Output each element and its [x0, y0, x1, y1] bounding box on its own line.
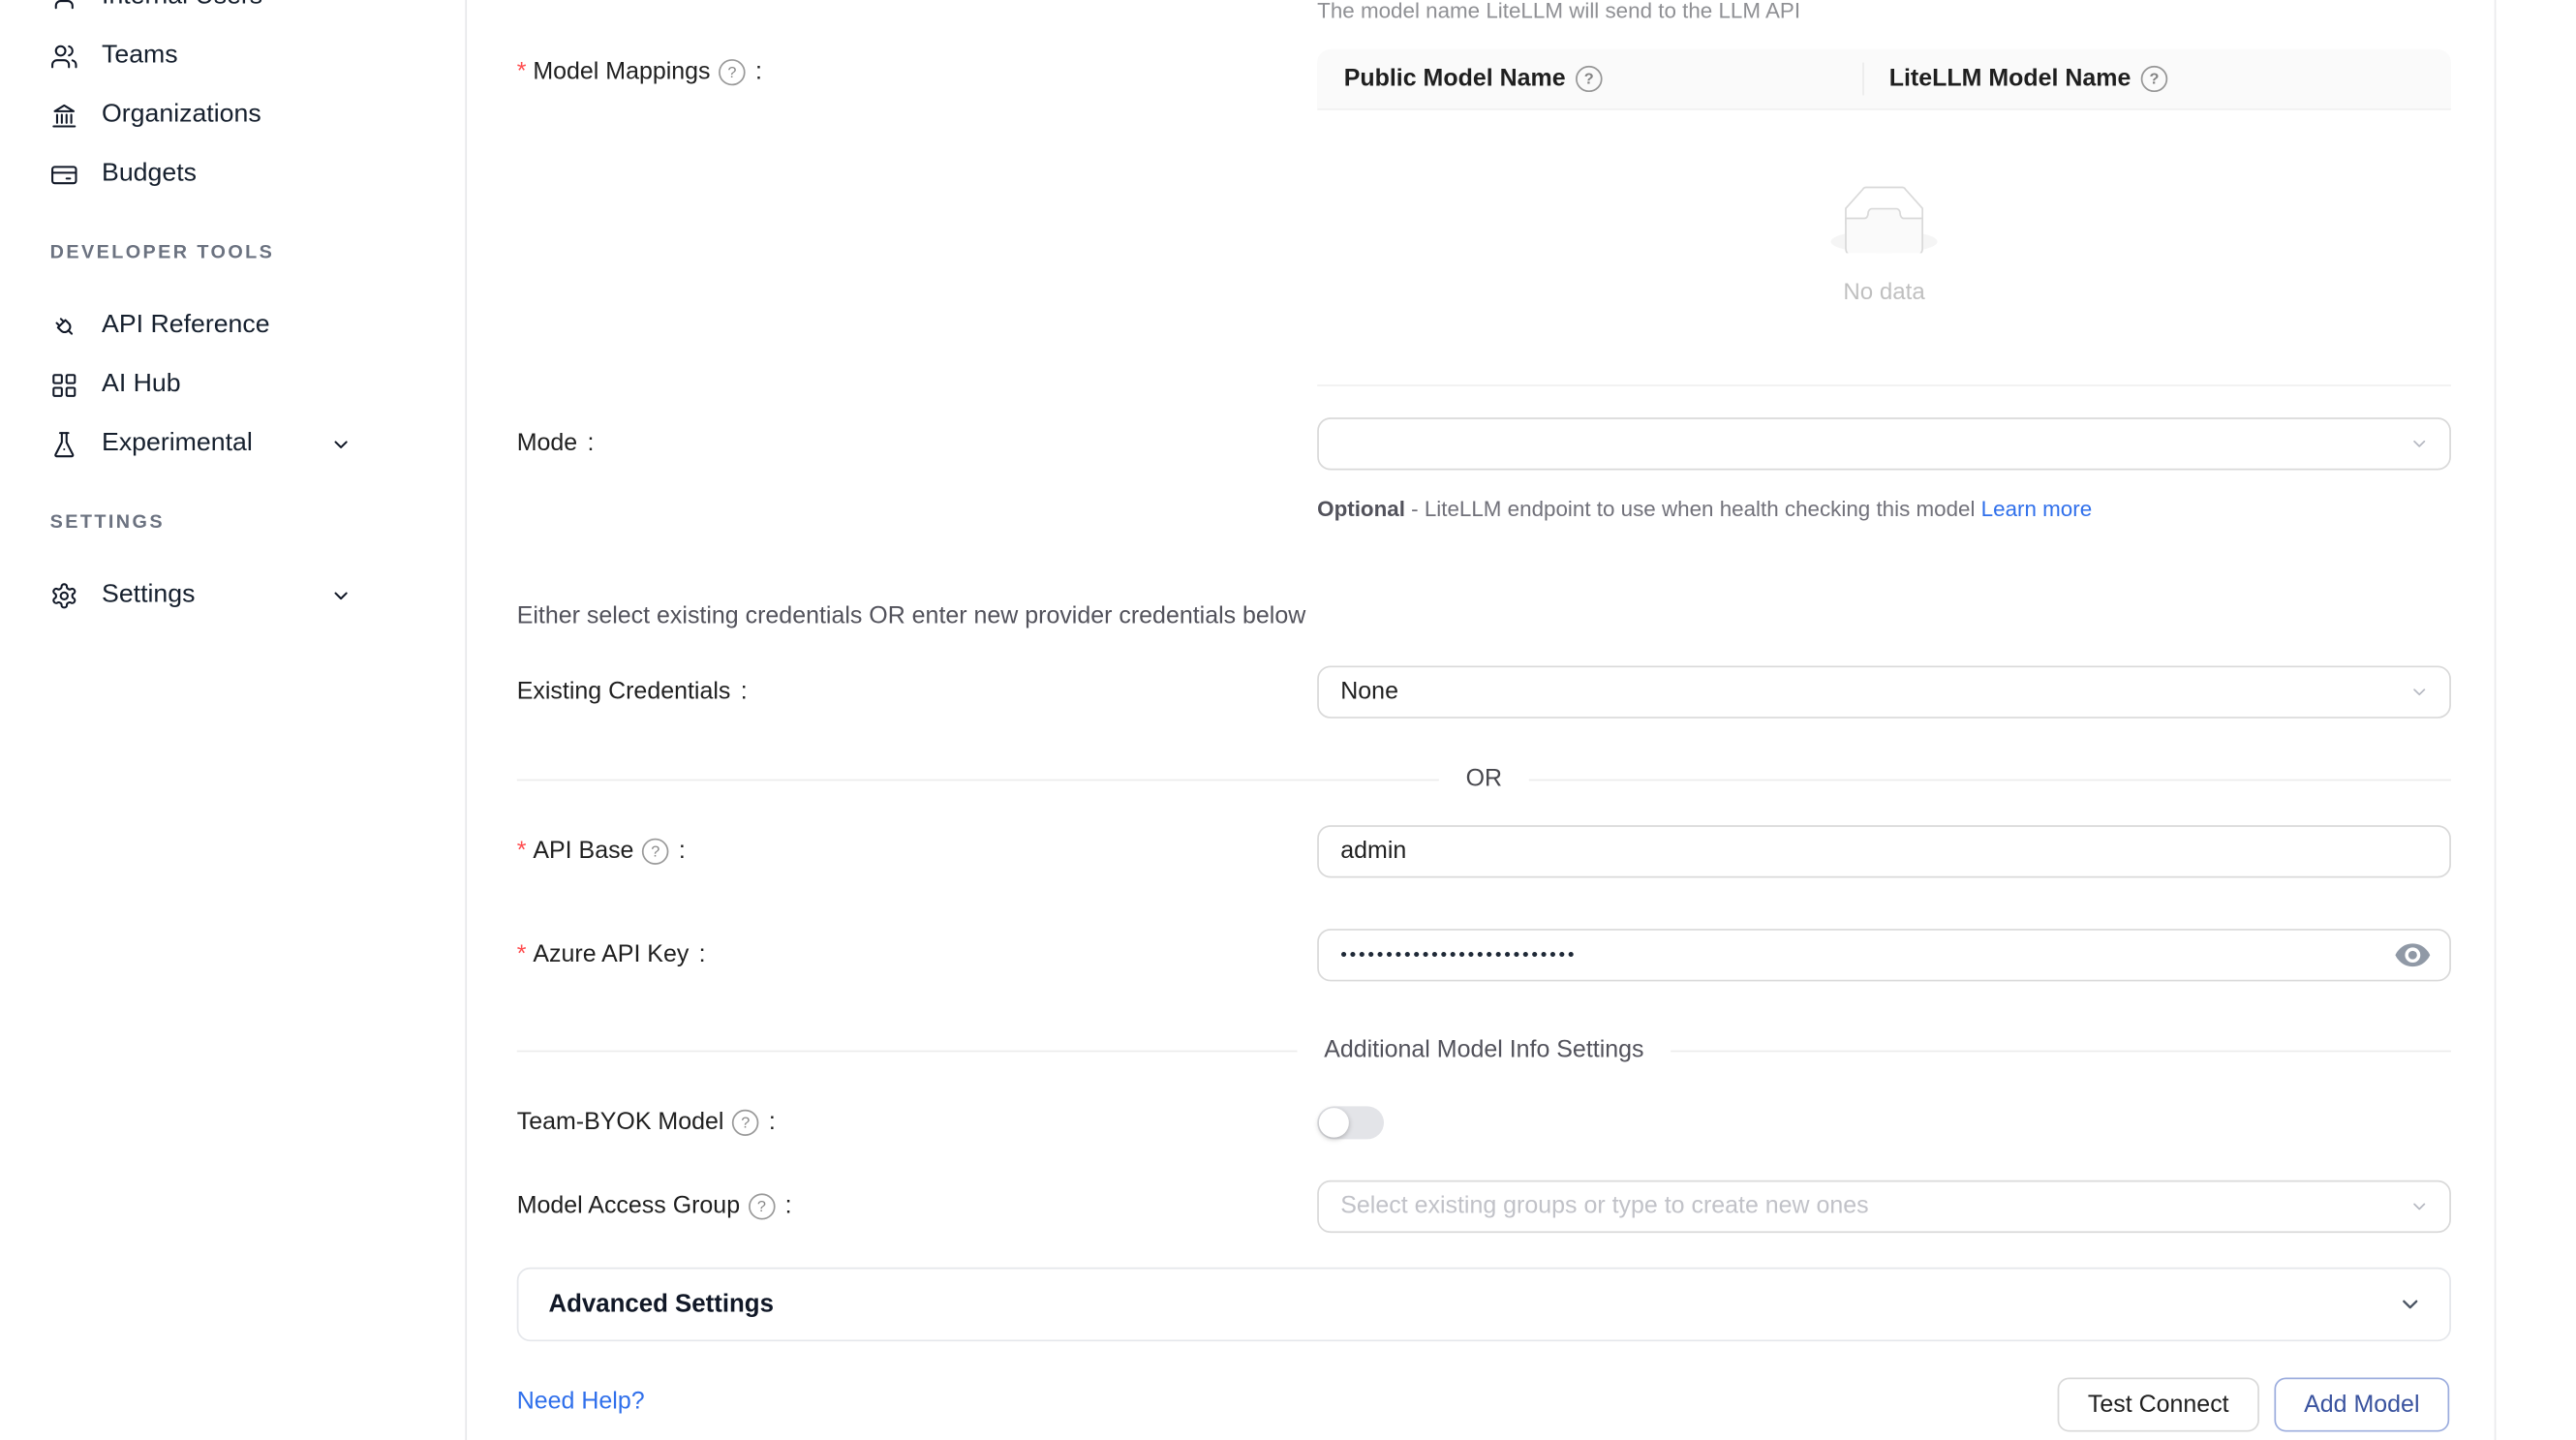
chevron-down-icon	[2409, 1197, 2430, 1216]
help-icon[interactable]: ?	[749, 1193, 776, 1219]
help-icon[interactable]: ?	[1576, 66, 1603, 92]
sidebar-item-label: Teams	[102, 41, 178, 71]
page-right-divider	[2495, 0, 2497, 1440]
mode-select[interactable]	[1317, 417, 2451, 470]
sidebar-item-label: Internal Users	[102, 0, 262, 12]
add-model-button[interactable]: Add Model	[2274, 1377, 2449, 1431]
credit-card-icon	[50, 161, 78, 189]
grid-icon	[50, 371, 78, 399]
empty-inbox-icon	[1830, 186, 1937, 261]
add-model-form: The model name LiteLLM will send to the …	[469, 0, 2576, 1440]
plug-icon	[50, 312, 78, 340]
sidebar-item-api-reference[interactable]: API Reference	[0, 296, 465, 355]
chevron-down-icon	[330, 433, 352, 454]
flask-icon	[50, 430, 78, 458]
model-access-group-label: Model Access Group ? :	[517, 1190, 792, 1223]
help-icon[interactable]: ?	[719, 59, 746, 85]
chevron-down-icon	[2398, 1292, 2423, 1316]
bank-icon	[50, 101, 78, 129]
gear-icon	[50, 581, 78, 609]
sidebar-item-label: API Reference	[102, 311, 270, 341]
sidebar-item-internal-users[interactable]: Internal Users	[0, 0, 465, 26]
azure-api-key-label: * Azure API Key :	[517, 938, 706, 971]
sidebar-item-experimental[interactable]: Experimental	[0, 414, 465, 474]
required-asterisk: *	[517, 59, 527, 85]
model-access-group-select[interactable]: Select existing groups or type to create…	[1317, 1180, 2451, 1233]
sidebar-item-budgets[interactable]: Budgets	[0, 144, 465, 203]
column-header-litellm-model-name: LiteLLM Model Name ?	[1862, 66, 2451, 92]
eye-icon[interactable]	[2394, 942, 2431, 968]
azure-api-key-input[interactable]	[1317, 929, 2451, 981]
required-asterisk: *	[517, 839, 527, 865]
chevron-down-icon	[330, 584, 352, 605]
column-separator	[1862, 63, 1864, 96]
help-icon[interactable]: ?	[732, 1110, 759, 1136]
credentials-note: Either select existing credentials OR en…	[517, 601, 1306, 631]
sidebar-item-label: Budgets	[102, 160, 197, 190]
sidebar-item-organizations[interactable]: Organizations	[0, 85, 465, 144]
mode-help-text: Optional - LiteLLM endpoint to use when …	[1317, 490, 2104, 528]
model-mappings-label: * Model Mappings ? :	[517, 56, 762, 89]
chevron-down-icon	[2409, 682, 2430, 701]
additional-info-divider: Additional Model Info Settings	[517, 1037, 2451, 1063]
chevron-down-icon	[2409, 434, 2430, 453]
api-base-input[interactable]	[1317, 825, 2451, 877]
sidebar-item-label: Organizations	[102, 101, 261, 131]
user-icon	[50, 0, 78, 11]
sidebar-item-teams[interactable]: Teams	[0, 26, 465, 85]
users-icon	[50, 42, 78, 70]
sidebar: Internal Users Teams Organizations Budge…	[0, 0, 467, 1440]
learn-more-link[interactable]: Learn more	[1981, 497, 2092, 521]
help-icon[interactable]: ?	[2141, 66, 2168, 92]
toggle-knob	[1319, 1108, 1349, 1138]
no-data-text: No data	[1843, 278, 1924, 304]
team-byok-toggle[interactable]	[1317, 1106, 1384, 1139]
sidebar-section-developer-tools: DEVELOPER TOOLS	[50, 243, 275, 262]
or-divider: OR	[517, 766, 2451, 792]
table-empty-state: No data	[1317, 110, 2451, 386]
need-help-link[interactable]: Need Help?	[517, 1389, 645, 1415]
model-mappings-table: Public Model Name ? LiteLLM Model Name ?…	[1317, 49, 2451, 386]
select-placeholder: Select existing groups or type to create…	[1340, 1193, 1868, 1219]
sidebar-item-label: AI Hub	[102, 370, 181, 400]
table-header: Public Model Name ? LiteLLM Model Name ?	[1317, 49, 2451, 110]
team-byok-label: Team-BYOK Model ? :	[517, 1106, 776, 1139]
advanced-settings-panel[interactable]: Advanced Settings	[517, 1268, 2451, 1341]
mode-label: Mode :	[517, 427, 595, 460]
api-base-label: * API Base ? :	[517, 835, 686, 868]
help-icon[interactable]: ?	[642, 839, 669, 865]
test-connect-button[interactable]: Test Connect	[2058, 1377, 2259, 1431]
existing-credentials-select[interactable]: None	[1317, 665, 2451, 718]
sidebar-section-settings: SETTINGS	[50, 513, 165, 533]
required-asterisk: *	[517, 942, 527, 968]
sidebar-item-label: Experimental	[102, 429, 253, 459]
model-name-hint: The model name LiteLLM will send to the …	[1317, 0, 1800, 23]
sidebar-item-label: Settings	[102, 580, 195, 610]
sidebar-item-settings[interactable]: Settings	[0, 566, 465, 625]
existing-credentials-label: Existing Credentials :	[517, 676, 748, 709]
column-header-public-model-name: Public Model Name ?	[1317, 66, 1862, 92]
litellm-admin-ui: Internal Users Teams Organizations Budge…	[0, 0, 2576, 1440]
sidebar-item-ai-hub[interactable]: AI Hub	[0, 355, 465, 414]
